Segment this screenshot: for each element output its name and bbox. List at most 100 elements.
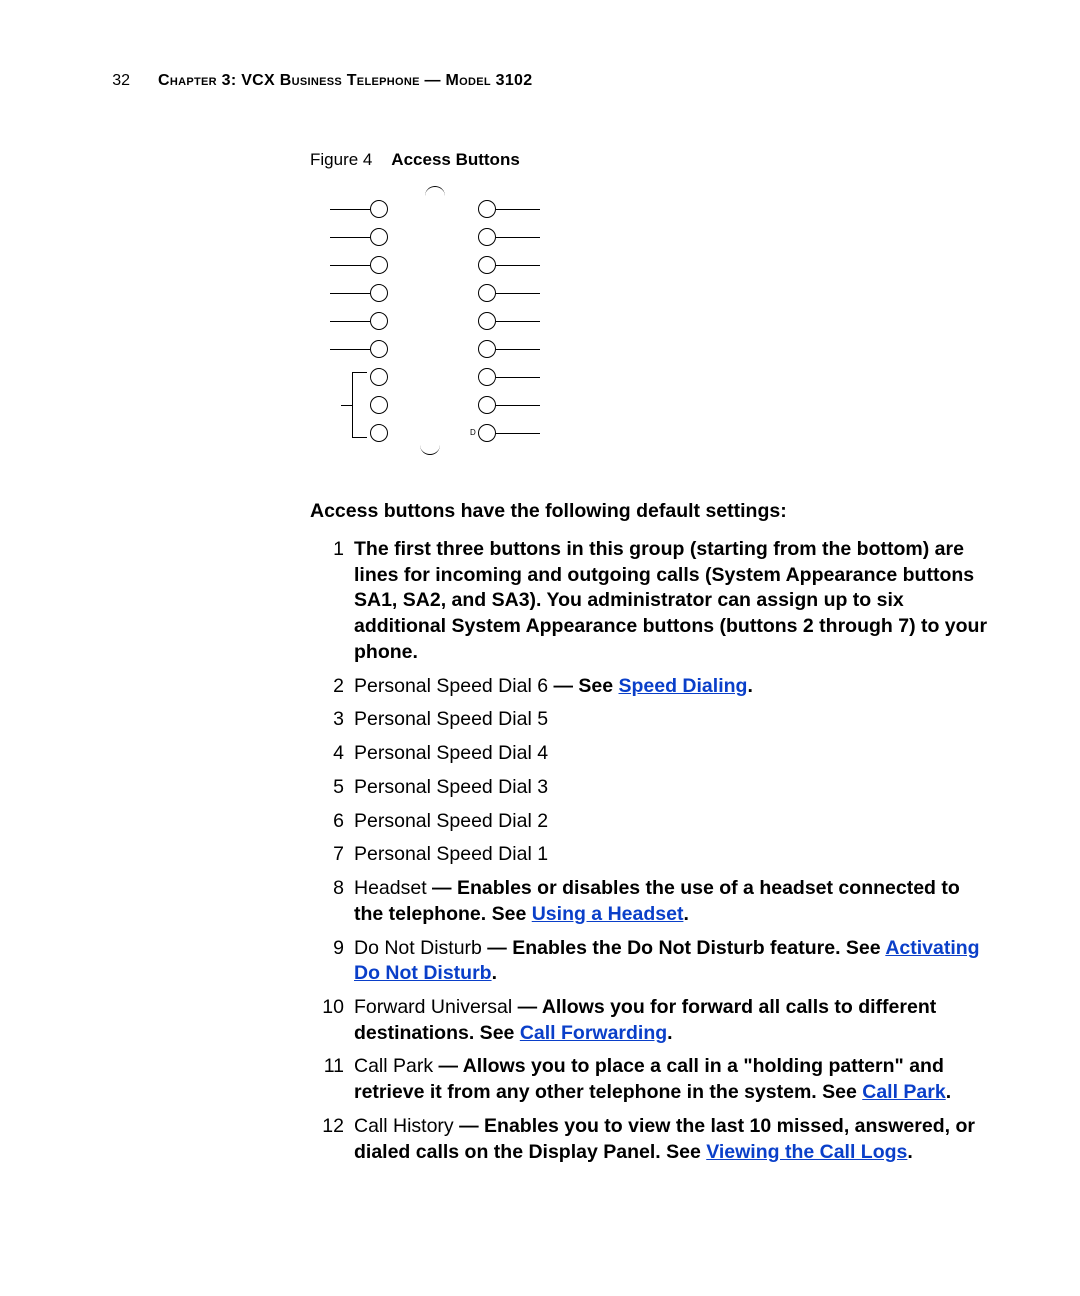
settings-item-tail: . bbox=[492, 962, 497, 984]
figure-left-row bbox=[330, 340, 388, 358]
settings-item-body: Forward Universal — Allows you for forwa… bbox=[354, 995, 990, 1046]
figure-right-row bbox=[478, 284, 540, 302]
figure-right-row: D bbox=[478, 424, 540, 442]
settings-item-lead: Headset bbox=[354, 877, 427, 899]
figure-button-circle bbox=[370, 368, 388, 386]
figure-bracket-tick bbox=[341, 405, 353, 406]
figure-button-circle bbox=[478, 228, 496, 246]
settings-item-tail: . bbox=[683, 903, 688, 925]
figure-leader-line bbox=[496, 433, 540, 434]
settings-item: 5Personal Speed Dial 3 bbox=[310, 775, 990, 801]
figure-leader-line bbox=[330, 265, 370, 266]
figure-right-row bbox=[478, 228, 540, 246]
settings-item-lead: Personal Speed Dial 1 bbox=[354, 843, 548, 865]
figure-button-circle bbox=[370, 284, 388, 302]
settings-item-number: 6 bbox=[310, 809, 354, 835]
settings-item: 7Personal Speed Dial 1 bbox=[310, 842, 990, 868]
figure-button-circle bbox=[370, 200, 388, 218]
figure-button-circle bbox=[370, 340, 388, 358]
figure-leader-line bbox=[496, 377, 540, 378]
settings-item-number: 2 bbox=[310, 674, 354, 700]
figure-mark-bottom bbox=[420, 444, 440, 455]
settings-item: 8Headset — Enables or disables the use o… bbox=[310, 876, 990, 927]
figure-bracket bbox=[352, 372, 353, 438]
figure-label-prefix: Figure 4 bbox=[310, 150, 372, 169]
settings-item-number: 9 bbox=[310, 936, 354, 987]
figure-button-circle bbox=[478, 368, 496, 386]
page-header: 32 Chapter 3: VCX Business Telephone — M… bbox=[90, 72, 990, 90]
settings-item-body: Personal Speed Dial 1 bbox=[354, 842, 990, 868]
settings-item-number: 1 bbox=[310, 537, 354, 666]
settings-item: 11 Call Park — Allows you to place a call… bbox=[310, 1054, 990, 1105]
settings-item: 9Do Not Disturb — Enables the Do Not Dis… bbox=[310, 936, 990, 987]
figure-button-circle bbox=[478, 256, 496, 274]
settings-item: 12Call History — Enables you to view the… bbox=[310, 1114, 990, 1165]
settings-item-lead: Personal Speed Dial 3 bbox=[354, 776, 548, 798]
figure-right-row bbox=[478, 312, 540, 330]
figure-right-row bbox=[478, 200, 540, 218]
figure-leader-line bbox=[330, 209, 370, 210]
figure-leader-line bbox=[496, 265, 540, 266]
settings-item-desc: — Allows you to place a call in a "holdi… bbox=[354, 1055, 944, 1103]
figure-button-circle bbox=[478, 312, 496, 330]
page: 32 Chapter 3: VCX Business Telephone — M… bbox=[0, 0, 1080, 1296]
figure-button-circle bbox=[478, 284, 496, 302]
cross-reference-link[interactable]: Speed Dialing bbox=[619, 675, 748, 697]
settings-list: 1The first three buttons in this group (… bbox=[310, 537, 990, 1165]
figure-leader-line bbox=[496, 237, 540, 238]
settings-item-lead: Forward Universal bbox=[354, 996, 512, 1018]
figure-leader-line bbox=[496, 209, 540, 210]
settings-item-number: 11 bbox=[310, 1054, 354, 1105]
figure-leader-line bbox=[330, 349, 370, 350]
settings-item: 10Forward Universal — Allows you for for… bbox=[310, 995, 990, 1046]
settings-item-body: Do Not Disturb — Enables the Do Not Dist… bbox=[354, 936, 990, 987]
figure-caption: Figure 4 Access Buttons bbox=[310, 150, 990, 170]
figure-button-circle bbox=[478, 200, 496, 218]
settings-item-desc: — See bbox=[548, 675, 618, 697]
settings-item: 3Personal Speed Dial 5 bbox=[310, 707, 990, 733]
settings-item-number: 8 bbox=[310, 876, 354, 927]
settings-item-body: Personal Speed Dial 5 bbox=[354, 707, 990, 733]
settings-intro: Access buttons have the following defaul… bbox=[310, 500, 990, 523]
settings-item-body: The first three buttons in this group (s… bbox=[354, 537, 990, 666]
cross-reference-link[interactable]: Call Park bbox=[862, 1081, 945, 1103]
figure-mark-top bbox=[425, 186, 445, 197]
figure-button-circle bbox=[478, 424, 496, 442]
figure-leader-line bbox=[496, 405, 540, 406]
settings-item-text: The first three buttons in this group (s… bbox=[354, 538, 987, 663]
figure-left-row bbox=[330, 284, 388, 302]
figure-left-row bbox=[330, 256, 388, 274]
settings-item-number: 3 bbox=[310, 707, 354, 733]
page-number: 32 bbox=[90, 72, 130, 90]
cross-reference-link[interactable]: Using a Headset bbox=[532, 903, 684, 925]
cross-reference-link[interactable]: Viewing the Call Logs bbox=[706, 1141, 907, 1163]
settings-item-number: 5 bbox=[310, 775, 354, 801]
figure-button-circle bbox=[370, 396, 388, 414]
figure-access-buttons: D bbox=[330, 192, 570, 472]
figure-button-circle bbox=[478, 340, 496, 358]
settings-item-body: Personal Speed Dial 4 bbox=[354, 741, 990, 767]
settings-item-body: Headset — Enables or disables the use of… bbox=[354, 876, 990, 927]
settings-item-number: 10 bbox=[310, 995, 354, 1046]
settings-item-body: Personal Speed Dial 2 bbox=[354, 809, 990, 835]
settings-item-number: 7 bbox=[310, 842, 354, 868]
figure-left-row bbox=[330, 228, 388, 246]
figure-left-row bbox=[330, 312, 388, 330]
settings-item-body: Personal Speed Dial 6 — See Speed Dialin… bbox=[354, 674, 990, 700]
figure-leader-line bbox=[496, 349, 540, 350]
figure-leader-line bbox=[330, 237, 370, 238]
figure-right-row bbox=[478, 368, 540, 386]
figure-button-circle bbox=[370, 256, 388, 274]
figure-left-row bbox=[330, 200, 388, 218]
settings-item-body: Call History — Enables you to view the l… bbox=[354, 1114, 990, 1165]
settings-item-desc: — Enables the Do Not Disturb feature. Se… bbox=[482, 937, 885, 959]
settings-item-body: Personal Speed Dial 3 bbox=[354, 775, 990, 801]
cross-reference-link[interactable]: Call Forwarding bbox=[520, 1022, 667, 1044]
figure-right-row bbox=[478, 396, 540, 414]
settings-item-lead: Personal Speed Dial 2 bbox=[354, 810, 548, 832]
settings-item-lead: Call History bbox=[354, 1115, 454, 1137]
figure-button-circle bbox=[370, 312, 388, 330]
settings-item-tail: . bbox=[747, 675, 752, 697]
settings-item-lead: Personal Speed Dial 6 bbox=[354, 675, 548, 697]
chapter-heading: Chapter 3: VCX Business Telephone — Mode… bbox=[158, 72, 532, 90]
